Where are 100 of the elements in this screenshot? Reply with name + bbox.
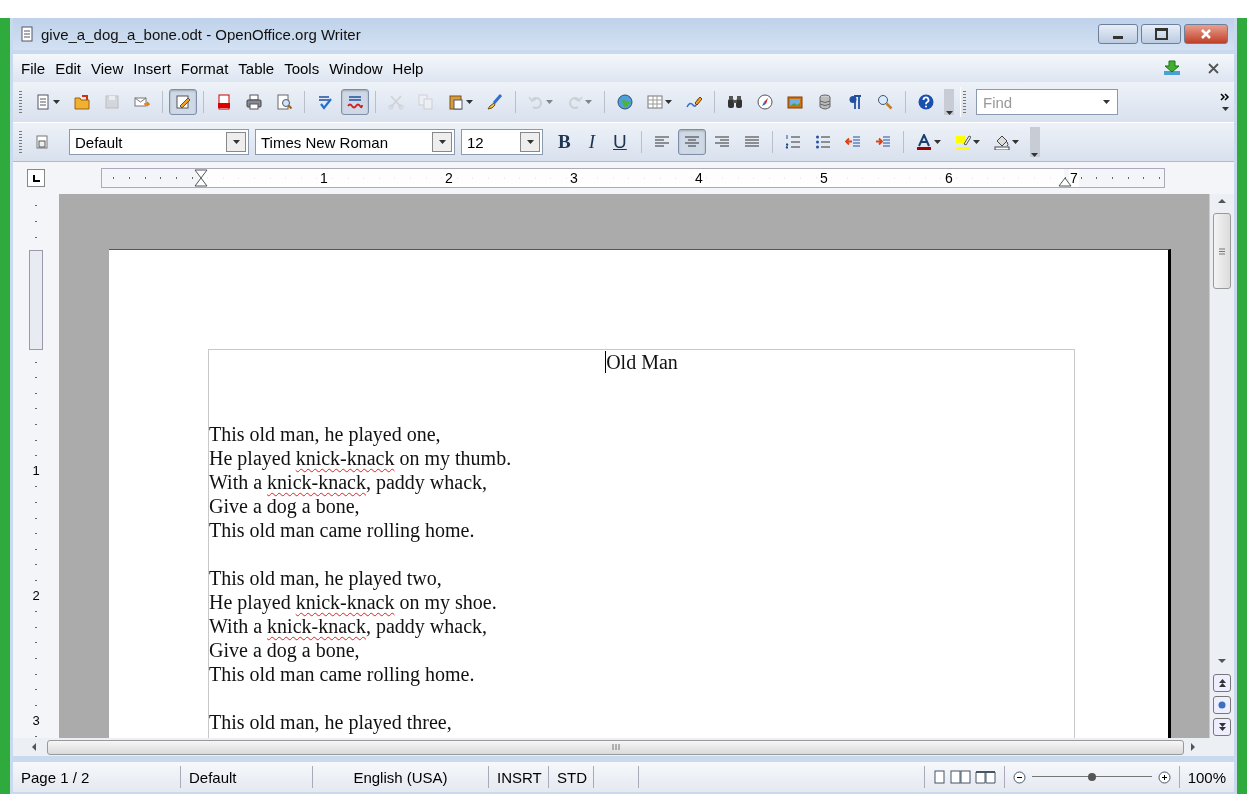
book-view-icon[interactable]: [974, 770, 996, 784]
indent-increase-icon: [874, 134, 891, 150]
close-icon[interactable]: [1207, 61, 1220, 75]
menu-item[interactable]: Table: [234, 57, 281, 79]
toolbar-grip[interactable]: [19, 131, 22, 153]
single-page-view-icon[interactable]: [932, 770, 946, 784]
toolbar-overflow-button[interactable]: [1029, 127, 1040, 157]
text-line: With a knick-knack, paddy whack,: [209, 470, 487, 494]
text-line: Give a dog a bone,: [209, 638, 360, 662]
menu-item[interactable]: Insert: [129, 57, 177, 79]
pencil-curve-icon: [686, 94, 702, 110]
scissors-icon: [388, 94, 404, 110]
pencil-page-icon: [175, 94, 191, 110]
caret-icon[interactable]: [466, 100, 473, 104]
pencil-page-button[interactable]: [169, 89, 197, 115]
toolbar-grip[interactable]: [963, 91, 966, 113]
font-size-dropdown[interactable]: 12: [461, 129, 543, 155]
database-icon: [817, 94, 833, 110]
header-text: Old Man: [605, 351, 678, 373]
redo-arrow-icon: [567, 94, 583, 110]
zoom-out-icon[interactable]: [1012, 770, 1026, 784]
scrollbar-thumb[interactable]: [1213, 213, 1231, 289]
copy-icon: [418, 94, 434, 110]
caret-icon[interactable]: [526, 140, 534, 144]
text-line: This old man, he played two,: [209, 566, 442, 590]
text-line: With a knick-knack, paddy whack,: [209, 614, 487, 638]
toolbar-grip[interactable]: [19, 91, 22, 113]
insert-mode: INSRT: [497, 768, 542, 786]
indent-marker-icon[interactable]: [194, 169, 208, 187]
pdf-icon: [216, 94, 232, 110]
format-button[interactable]: B: [550, 128, 579, 156]
slider-thumb[interactable]: [1087, 773, 1096, 781]
caret-icon[interactable]: [933, 140, 941, 144]
caret-icon[interactable]: [665, 100, 672, 104]
binoculars-icon: [727, 94, 743, 110]
language: English (USA): [353, 768, 448, 786]
caret-icon[interactable]: [972, 140, 980, 144]
chevron-icon[interactable]: [1220, 93, 1230, 101]
selection-mode: STD: [557, 768, 587, 786]
previous-page-button[interactable]: [1213, 674, 1231, 692]
paint-bucket-icon: [993, 134, 1010, 150]
menu-item[interactable]: File: [17, 57, 52, 79]
folder-icon: [74, 94, 90, 110]
help-icon: [918, 94, 934, 110]
caret-icon[interactable]: [232, 140, 240, 144]
magnifier-icon: [877, 94, 893, 110]
font-color-icon: [915, 134, 932, 150]
page-style: Default: [189, 768, 237, 786]
caret-icon[interactable]: [53, 100, 60, 104]
spelling-icon: [317, 94, 333, 110]
menu-item[interactable]: Edit: [51, 57, 88, 79]
caret-icon[interactable]: [945, 111, 953, 115]
caret-icon[interactable]: [1221, 107, 1229, 111]
wavy-underline-button[interactable]: [341, 89, 369, 115]
double-down-arrow-icon: [1217, 722, 1227, 732]
two-page-view-icon[interactable]: [949, 770, 971, 784]
indent-decrease-icon: [844, 134, 861, 150]
envelope-icon: [134, 94, 150, 110]
document-icon: [19, 26, 35, 42]
minimize-button[interactable]: [1098, 24, 1138, 44]
caret-icon[interactable]: [438, 140, 446, 144]
zoom-in-icon[interactable]: [1157, 770, 1171, 784]
maximize-button[interactable]: [1141, 24, 1181, 44]
clipboard-icon: [448, 94, 464, 110]
document-icon: [35, 94, 51, 110]
window-title: give_a_dog_a_bone.odt - OpenOffice.org Writer: [41, 25, 361, 43]
next-page-button[interactable]: [1213, 718, 1231, 736]
justify-icon: [743, 134, 760, 150]
close-icon: [1200, 29, 1212, 39]
menu-item[interactable]: Help: [388, 57, 430, 79]
bulleted-list-icon: [814, 134, 831, 150]
menu-item[interactable]: View: [87, 57, 130, 79]
menu-item[interactable]: Format: [176, 57, 235, 79]
align-center-button[interactable]: [677, 129, 706, 155]
caret-icon[interactable]: [1011, 140, 1019, 144]
dot-icon: [1218, 701, 1226, 709]
text-line: Give a dog a bone,: [209, 494, 360, 518]
pilcrow-icon: [847, 94, 863, 110]
font-name-dropdown[interactable]: Times New Roman: [255, 129, 455, 155]
caret-icon[interactable]: [1031, 153, 1039, 157]
navigation-button[interactable]: [1213, 696, 1231, 714]
wavy-underline-icon: [347, 94, 363, 110]
toolbar-overflow-button[interactable]: [944, 89, 954, 115]
text-line: This old man, he played three,: [209, 710, 452, 734]
close-button[interactable]: [1184, 24, 1228, 44]
framed-picture-icon: [787, 94, 803, 110]
format-button[interactable]: U: [605, 128, 635, 156]
tab-stop-icon[interactable]: [27, 169, 45, 187]
ruler-number: 7: [1069, 169, 1079, 187]
scrollbar-thumb[interactable]: [47, 739, 1184, 755]
paragraph-style-dropdown[interactable]: Default: [69, 129, 249, 155]
align-left-icon: [653, 134, 670, 150]
menu-item[interactable]: Window: [325, 57, 389, 79]
align-center-icon: [683, 134, 700, 150]
download-icon[interactable]: [1163, 60, 1181, 76]
menu-item[interactable]: Tools: [280, 57, 326, 79]
horizontal-ruler[interactable]: 1 2 3 4 5 6 7: [101, 168, 1165, 188]
indent-marker-icon[interactable]: [1058, 177, 1072, 187]
align-right-icon: [713, 134, 730, 150]
format-button[interactable]: I: [580, 128, 603, 156]
